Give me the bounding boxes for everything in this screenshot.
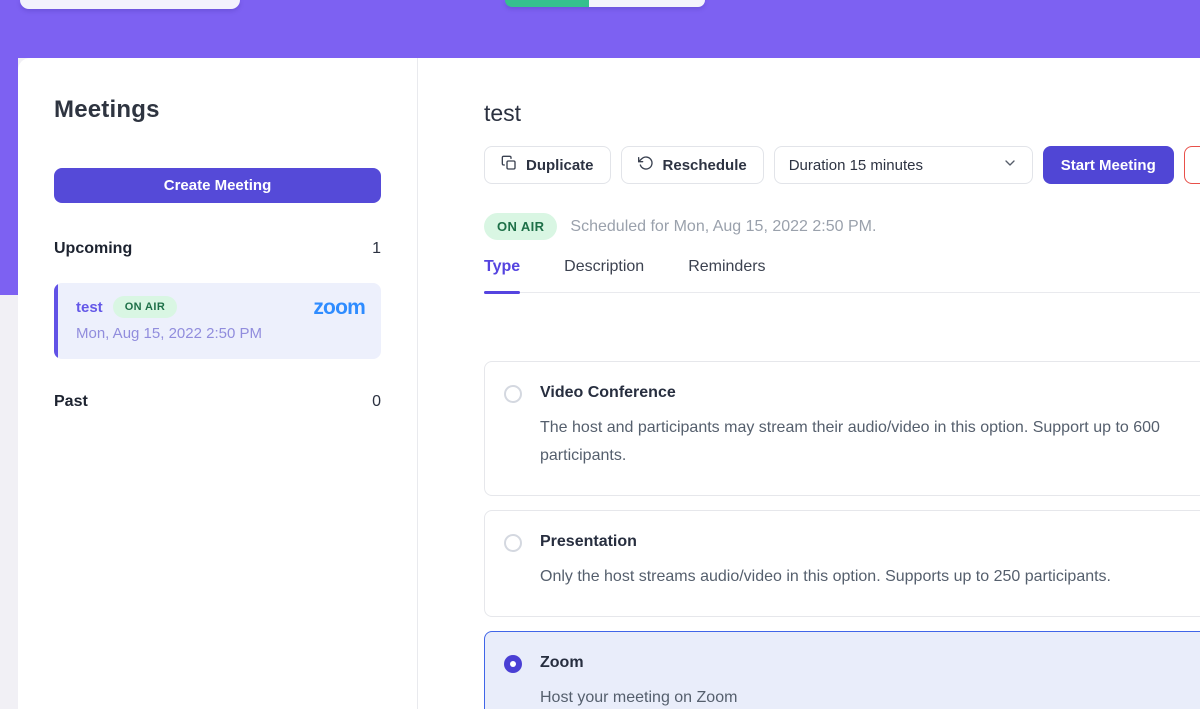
past-count: 0 xyxy=(372,393,381,411)
option-zoom[interactable]: Zoom Host your meeting on Zoom xyxy=(484,631,1200,709)
refresh-icon xyxy=(638,155,654,175)
status-row: ON AIR Scheduled for Mon, Aug 15, 2022 2… xyxy=(484,213,1200,240)
option-description-line: The host and participants may stream the… xyxy=(540,414,1160,442)
upcoming-section-header: Upcoming 1 xyxy=(54,240,381,258)
topbar-progress-fragment xyxy=(505,0,705,7)
meetings-sidebar: Meetings Create Meeting Upcoming 1 test … xyxy=(18,58,418,709)
create-meeting-button[interactable]: Create Meeting xyxy=(54,168,381,203)
start-meeting-button[interactable]: Start Meeting xyxy=(1043,146,1174,184)
radio-zoom[interactable] xyxy=(504,655,522,673)
scheduled-text: Scheduled for Mon, Aug 15, 2022 2:50 PM. xyxy=(570,218,876,236)
on-air-badge: ON AIR xyxy=(113,296,178,318)
topbar-tab-fragment xyxy=(20,0,240,9)
upcoming-count: 1 xyxy=(372,240,381,258)
option-video-conference[interactable]: Video Conference The host and participan… xyxy=(484,361,1200,496)
tab-description[interactable]: Description xyxy=(564,258,644,276)
meeting-datetime: Mon, Aug 15, 2022 2:50 PM xyxy=(76,325,365,342)
reschedule-label: Reschedule xyxy=(663,157,747,174)
radio-video-conference[interactable] xyxy=(504,385,522,403)
option-presentation[interactable]: Presentation Only the host streams audio… xyxy=(484,510,1200,617)
meeting-name: test xyxy=(76,299,103,316)
option-title: Presentation xyxy=(540,533,1111,551)
duplicate-label: Duplicate xyxy=(526,157,594,174)
copy-icon xyxy=(501,155,517,175)
tab-reminders[interactable]: Reminders xyxy=(688,258,765,276)
left-purple-strip xyxy=(0,58,18,295)
reschedule-button[interactable]: Reschedule xyxy=(621,146,764,184)
option-description-line: participants. xyxy=(540,442,1160,470)
past-label: Past xyxy=(54,393,88,411)
radio-presentation[interactable] xyxy=(504,534,522,552)
tab-type[interactable]: Type xyxy=(484,258,520,276)
chevron-down-icon xyxy=(1002,155,1018,175)
create-meeting-label: Create Meeting xyxy=(164,177,272,194)
meeting-type-options: Video Conference The host and participan… xyxy=(484,361,1200,709)
option-description-line: Host your meeting on Zoom xyxy=(540,684,737,709)
zoom-logo: zoom xyxy=(313,297,365,318)
sidebar-title: Meetings xyxy=(54,96,381,124)
past-section-header: Past 0 xyxy=(54,393,381,411)
meeting-detail-panel: test Duplicate Reschedule Duration 15 mi… xyxy=(418,58,1200,709)
on-air-badge-main: ON AIR xyxy=(484,213,557,240)
main-card: Meetings Create Meeting Upcoming 1 test … xyxy=(18,58,1200,709)
option-body: Zoom Host your meeting on Zoom xyxy=(540,654,737,709)
detail-tabs: Type Description Reminders xyxy=(484,258,1200,293)
delete-button-fragment[interactable] xyxy=(1184,146,1200,184)
duplicate-button[interactable]: Duplicate xyxy=(484,146,611,184)
meeting-list-item[interactable]: test ON AIR zoom Mon, Aug 15, 2022 2:50 … xyxy=(54,283,381,359)
option-description: The host and participants may stream the… xyxy=(540,414,1160,470)
option-description: Host your meeting on Zoom xyxy=(540,684,737,709)
progress-green-segment xyxy=(505,0,589,7)
option-description-line: Only the host streams audio/video in thi… xyxy=(540,563,1111,591)
option-description: Only the host streams audio/video in thi… xyxy=(540,563,1111,591)
meeting-item-top-row: test ON AIR zoom xyxy=(76,296,365,318)
option-title: Zoom xyxy=(540,654,737,672)
start-meeting-label: Start Meeting xyxy=(1061,157,1156,174)
duration-value: Duration 15 minutes xyxy=(789,157,923,174)
progress-light-segment xyxy=(589,0,705,7)
option-body: Presentation Only the host streams audio… xyxy=(540,533,1111,591)
option-body: Video Conference The host and participan… xyxy=(540,384,1160,470)
meeting-title: test xyxy=(484,100,1200,127)
upcoming-label: Upcoming xyxy=(54,240,132,258)
duration-select[interactable]: Duration 15 minutes xyxy=(774,146,1033,184)
meeting-toolbar: Duplicate Reschedule Duration 15 minutes… xyxy=(484,146,1200,184)
option-title: Video Conference xyxy=(540,384,1160,402)
